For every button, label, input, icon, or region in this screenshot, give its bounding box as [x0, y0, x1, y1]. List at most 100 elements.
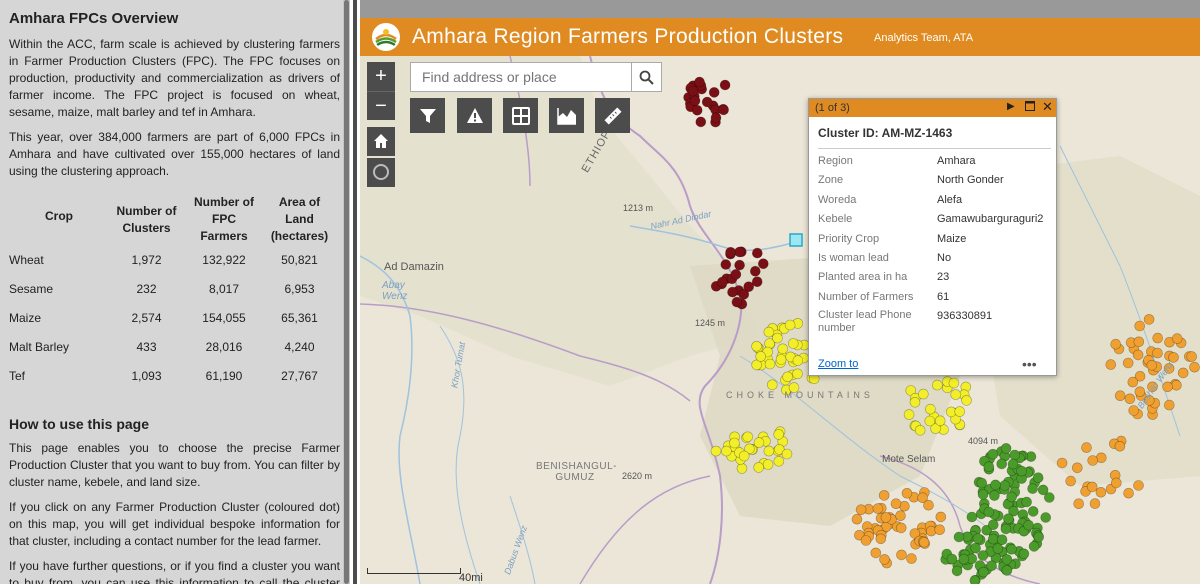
sesame-cluster-dot[interactable] — [694, 76, 705, 88]
wheat-cluster-dot[interactable] — [983, 461, 995, 473]
maize-cluster-dot[interactable] — [792, 368, 803, 380]
tef-cluster-dot[interactable] — [1132, 349, 1144, 361]
wheat-cluster-dot[interactable] — [969, 575, 981, 584]
wheat-cluster-dot[interactable] — [970, 542, 981, 554]
wheat-cluster-dot[interactable] — [996, 458, 1008, 470]
tef-cluster-dot[interactable] — [1162, 381, 1173, 393]
tef-cluster-dot[interactable] — [906, 553, 917, 564]
maize-cluster-dot[interactable] — [742, 431, 754, 443]
maize-cluster-dot[interactable] — [751, 340, 762, 352]
maize-cluster-dot[interactable] — [950, 389, 962, 400]
wheat-cluster-dot[interactable] — [1000, 523, 1012, 535]
dashboard-button[interactable] — [503, 98, 538, 133]
wheat-cluster-dot[interactable] — [1016, 465, 1027, 477]
wheat-cluster-dot[interactable] — [1040, 512, 1052, 523]
panel-splitter-handle[interactable] — [353, 0, 357, 584]
tef-cluster-dot[interactable] — [1146, 359, 1158, 371]
tef-cluster-dot[interactable] — [934, 524, 946, 536]
maize-cluster-dot[interactable] — [948, 377, 960, 389]
sesame-cluster-dot[interactable] — [751, 276, 763, 287]
sesame-cluster-dot[interactable] — [757, 258, 769, 269]
wheat-cluster-dot[interactable] — [1006, 491, 1017, 503]
maize-cluster-dot[interactable] — [736, 463, 748, 474]
tef-cluster-dot[interactable] — [1134, 320, 1146, 332]
sesame-cluster-dot[interactable] — [687, 85, 699, 97]
more-options-icon[interactable]: ••• — [1022, 356, 1037, 372]
wheat-cluster-dot[interactable] — [1018, 548, 1030, 560]
maize-cluster-dot[interactable] — [954, 406, 966, 417]
wheat-cluster-dot[interactable] — [996, 534, 1008, 546]
tef-cluster-dot[interactable] — [879, 554, 890, 565]
zoom-to-link[interactable]: Zoom to — [818, 358, 858, 370]
wheat-cluster-dot[interactable] — [987, 533, 999, 545]
tef-cluster-dot[interactable] — [1133, 336, 1145, 348]
wheat-cluster-dot[interactable] — [977, 550, 989, 561]
wheat-cluster-dot[interactable] — [986, 560, 997, 572]
sesame-cluster-dot[interactable] — [708, 87, 720, 98]
map-container[interactable]: ETHIOPIA Ad Damazin Abay Wenz 1213 m Nah… — [360, 0, 1200, 584]
locate-button[interactable] — [367, 158, 395, 187]
search-button[interactable] — [631, 63, 661, 91]
wheat-cluster-dot[interactable] — [983, 506, 995, 518]
maize-cluster-dot[interactable] — [738, 450, 750, 462]
zoom-in-button[interactable]: + — [367, 62, 395, 91]
maize-cluster-dot[interactable] — [753, 462, 765, 473]
sidebar-scrollbar-thumb[interactable] — [344, 0, 349, 584]
wheat-cluster-dot[interactable] — [1006, 543, 1017, 555]
wheat-cluster-dot[interactable] — [1028, 541, 1040, 552]
sesame-cluster-dot[interactable] — [725, 247, 736, 258]
wheat-cluster-dot[interactable] — [958, 553, 970, 565]
filter-button[interactable] — [410, 98, 445, 133]
tef-cluster-dot[interactable] — [1152, 347, 1163, 359]
tef-cluster-dot[interactable] — [1081, 442, 1092, 453]
wheat-cluster-dot[interactable] — [966, 511, 978, 523]
sesame-cluster-dot[interactable] — [710, 112, 722, 124]
wheat-cluster-dot[interactable] — [972, 533, 984, 544]
tef-cluster-dot[interactable] — [1128, 405, 1140, 416]
wheat-cluster-dot[interactable] — [987, 448, 999, 460]
wheat-cluster-dot[interactable] — [987, 519, 999, 531]
wheat-cluster-dot[interactable] — [1037, 484, 1049, 496]
tef-cluster-dot[interactable] — [1087, 455, 1099, 466]
wheat-cluster-dot[interactable] — [1007, 458, 1019, 470]
wheat-cluster-dot[interactable] — [1009, 449, 1021, 461]
sesame-cluster-dot[interactable] — [719, 79, 731, 91]
maize-cluster-dot[interactable] — [782, 371, 793, 383]
sesame-cluster-dot[interactable] — [749, 265, 761, 277]
tef-cluster-dot[interactable] — [1152, 332, 1164, 344]
maize-cluster-dot[interactable] — [763, 326, 775, 338]
wheat-cluster-dot[interactable] — [990, 479, 1001, 491]
sesame-cluster-dot[interactable] — [691, 104, 703, 116]
tef-cluster-dot[interactable] — [1171, 379, 1182, 391]
maize-cluster-dot[interactable] — [781, 448, 793, 460]
sesame-cluster-dot[interactable] — [718, 104, 729, 116]
maize-cluster-dot[interactable] — [764, 358, 776, 370]
tef-cluster-dot[interactable] — [1171, 333, 1183, 344]
maize-cluster-dot[interactable] — [772, 332, 783, 344]
chart-button[interactable] — [549, 98, 584, 133]
maize-cluster-dot[interactable] — [753, 437, 765, 448]
tef-cluster-dot[interactable] — [890, 498, 902, 510]
tef-cluster-dot[interactable] — [901, 487, 913, 499]
tef-cluster-dot[interactable] — [1114, 440, 1126, 452]
tef-cluster-dot[interactable] — [896, 549, 907, 561]
maize-cluster-dot[interactable] — [710, 445, 722, 457]
tef-cluster-dot[interactable] — [1127, 376, 1139, 388]
tef-cluster-dot[interactable] — [1073, 498, 1085, 510]
sesame-cluster-dot[interactable] — [695, 116, 707, 128]
tef-cluster-dot[interactable] — [1110, 338, 1122, 350]
wheat-cluster-dot[interactable] — [1003, 513, 1014, 525]
tef-cluster-dot[interactable] — [895, 522, 907, 534]
alert-button[interactable] — [457, 98, 492, 133]
maize-cluster-dot[interactable] — [773, 455, 785, 467]
tef-cluster-dot[interactable] — [872, 503, 884, 514]
maize-cluster-dot[interactable] — [903, 409, 915, 420]
maize-cluster-dot[interactable] — [917, 388, 929, 400]
wheat-cluster-dot[interactable] — [953, 531, 965, 543]
tef-cluster-dot[interactable] — [1071, 462, 1083, 474]
tef-cluster-dot[interactable] — [1086, 481, 1098, 493]
maize-cluster-dot[interactable] — [909, 396, 921, 408]
sesame-cluster-dot[interactable] — [730, 269, 742, 280]
maize-cluster-dot[interactable] — [721, 445, 732, 457]
sesame-cluster-dot[interactable] — [689, 95, 701, 107]
